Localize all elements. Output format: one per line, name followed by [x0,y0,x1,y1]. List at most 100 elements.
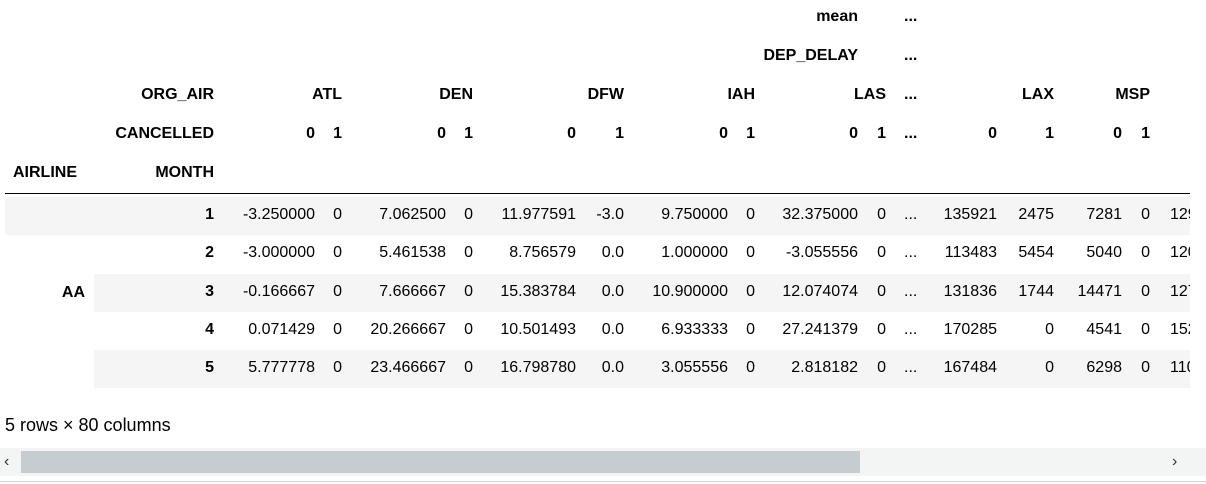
table-cell: 0 [333,359,342,376]
table-cell: 5454 [1018,244,1054,261]
cancelled-label: 1 [877,125,886,142]
col-header-ellipsis: ... [904,8,918,25]
row-band [5,312,1190,350]
scrollbar-thumb[interactable] [21,451,860,473]
table-cell: 3.055556 [661,359,728,376]
table-cell: 0 [464,206,473,223]
cancelled-label: 0 [849,125,858,142]
table-cell: ... [904,244,918,261]
table-cell: -0.166667 [242,283,315,300]
table-cell: 2.818182 [791,359,858,376]
table-cell: 113483 [944,244,997,261]
table-cell: 0.0 [601,359,624,376]
row-band [5,235,1190,273]
table-cell: 0 [1141,359,1150,376]
table-cell: 1.000000 [661,244,728,261]
table-cell: 127 [1170,283,1190,300]
table-cell: 167484 [943,359,997,376]
table-cell: 0 [877,321,886,338]
table-cell: 0 [1141,321,1150,338]
org-air-label: LAX [1022,86,1054,103]
table-cell: ... [904,321,918,338]
table-cell: ... [904,206,918,223]
index-header-org-air: ORG_AIR [141,86,214,103]
table-cell: 11.977591 [501,206,576,223]
index-header-cancelled: CANCELLED [115,125,214,142]
table-cell: 135921 [943,206,997,223]
table-cell: 7.062500 [379,206,446,223]
airline-index-cell-inner: AA [5,235,94,388]
output-bottom-border [0,481,1206,482]
table-cell: 0 [877,206,886,223]
table-cell: 0 [1045,321,1054,338]
cancelled-label: 1 [1141,125,1150,142]
table-cell: 5.461538 [379,244,446,261]
table-cell: 152 [1170,321,1190,338]
month-index-label: 3 [205,283,214,300]
table-cell: 32.375000 [782,206,858,223]
index-name-month: MONTH [155,164,214,181]
table-cell: 2475 [1018,206,1054,223]
month-index-label: 2 [205,244,214,261]
table-cell: 0 [746,283,755,300]
scroll-left-icon[interactable]: ‹ [4,452,9,472]
table-cell: 131836 [943,283,997,300]
table-cell: 0 [877,283,886,300]
table-cell: 4541 [1086,321,1122,338]
index-name-airline: AIRLINE [13,164,77,181]
row-band [5,274,1190,312]
table-cell: 110 [1170,359,1190,376]
table-cell: -3.0 [596,206,624,223]
table-cell: 0 [464,359,473,376]
cancelled-label: ... [904,125,918,142]
table-cell: 0 [464,321,473,338]
table-cell: 12.074074 [782,283,858,300]
table-cell: -3.250000 [242,206,315,223]
table-cell: 120 [1170,244,1190,261]
table-cell: ... [904,359,918,376]
table-cell: 0.0 [601,283,624,300]
org-air-label: DFW [587,86,624,103]
cancelled-label: 0 [988,125,997,142]
table-cell: -3.000000 [242,244,315,261]
table-cell: 14471 [1077,283,1123,300]
table-cell: 0 [877,244,886,261]
table-cell: 8.756579 [509,244,576,261]
month-index-label: 4 [205,321,214,338]
horizontal-scrollbar[interactable]: ‹ › [0,448,1206,476]
table-cell: 15.383784 [500,283,576,300]
table-cell: -3.055556 [785,244,858,261]
table-cell: 0 [464,244,473,261]
cancelled-label: 0 [1113,125,1122,142]
table-cell: 0 [746,321,755,338]
scroll-right-icon[interactable]: › [1172,452,1177,472]
table-cell: 10.900000 [652,283,728,300]
table-cell: 16.798780 [500,359,576,376]
org-air-label: DEN [439,86,473,103]
table-cell: 10.501493 [500,321,576,338]
cancelled-label: 1 [1045,125,1054,142]
header-divider [5,193,1190,194]
table-cell: 0 [1141,206,1150,223]
table-cell: 0.0 [601,244,624,261]
month-index-label: 1 [205,206,214,223]
org-air-label: MSP [1115,86,1150,103]
cancelled-label: 0 [437,125,446,142]
table-cell: 9.750000 [661,206,728,223]
table-cell: 0.0 [601,321,624,338]
cancelled-label: 0 [719,125,728,142]
table-cell: 0 [746,206,755,223]
table-cell: 0 [877,359,886,376]
table-cell: 0 [1141,283,1150,300]
cancelled-label: 1 [746,125,755,142]
table-cell: 6.933333 [661,321,728,338]
table-cell: 0 [333,321,342,338]
table-cell: ... [904,283,918,300]
table-cell: 129 [1170,206,1190,223]
col-header-ellipsis: ... [904,47,918,64]
cancelled-label: 0 [306,125,315,142]
airline-label: AA [61,284,85,301]
cancelled-label: 1 [464,125,473,142]
table-cell: 0 [1045,359,1054,376]
month-index-label: 5 [205,359,214,376]
